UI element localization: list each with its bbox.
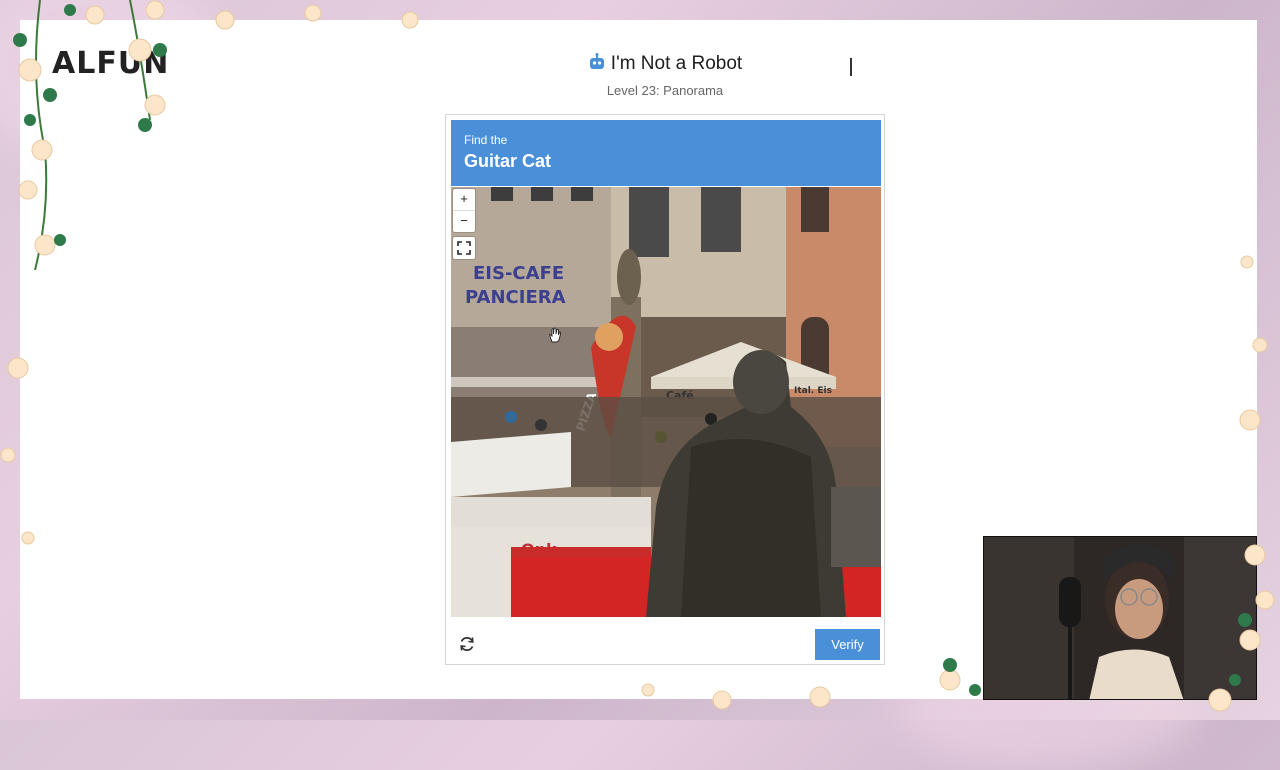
verify-button[interactable]: Verify — [815, 629, 880, 660]
cafe-sign-1: EIS-CAFE — [473, 263, 564, 284]
flower-vine-decoration — [13, 0, 167, 271]
captcha-panel: Find the Guitar Cat EIS-CAFE PANCIERA Ca… — [445, 114, 885, 665]
game-title-text: I'm Not a Robot — [610, 53, 743, 74]
refresh-button[interactable] — [456, 633, 478, 655]
captcha-prompt: Find the — [464, 133, 508, 147]
robot-icon — [589, 53, 604, 69]
captcha-target: Guitar Cat — [464, 151, 552, 171]
level-label: Level 23: Panorama — [606, 83, 724, 98]
hand-cursor-icon — [549, 327, 562, 343]
flower-vine-decoration — [939, 544, 1275, 712]
panorama-viewer[interactable]: EIS-CAFE PANCIERA Café Ital. Eis PIZZA — [451, 187, 881, 617]
flower-decoration — [215, 5, 419, 30]
fullscreen-button[interactable] — [453, 237, 475, 259]
flower-decoration — [0, 357, 35, 545]
zoom-out-button[interactable]: − — [453, 210, 475, 232]
umbrella-text-2: Ital. Eis — [794, 386, 832, 396]
zoom-in-button[interactable]: + — [453, 189, 475, 210]
refresh-icon — [460, 637, 474, 651]
timer-divider — [850, 58, 852, 76]
panorama-scene[interactable]: EIS-CAFE PANCIERA Café Ital. Eis PIZZA — [451, 187, 881, 617]
flower-decoration — [1239, 255, 1268, 431]
game-title: I'm Not a Robot — [20, 53, 1280, 75]
flower-decoration — [641, 683, 831, 710]
zoom-controls: + − — [453, 189, 475, 232]
fullscreen-icon — [457, 241, 471, 255]
cafe-sign-2: PANCIERA — [465, 287, 566, 308]
captcha-header: Find the Guitar Cat — [451, 120, 881, 186]
